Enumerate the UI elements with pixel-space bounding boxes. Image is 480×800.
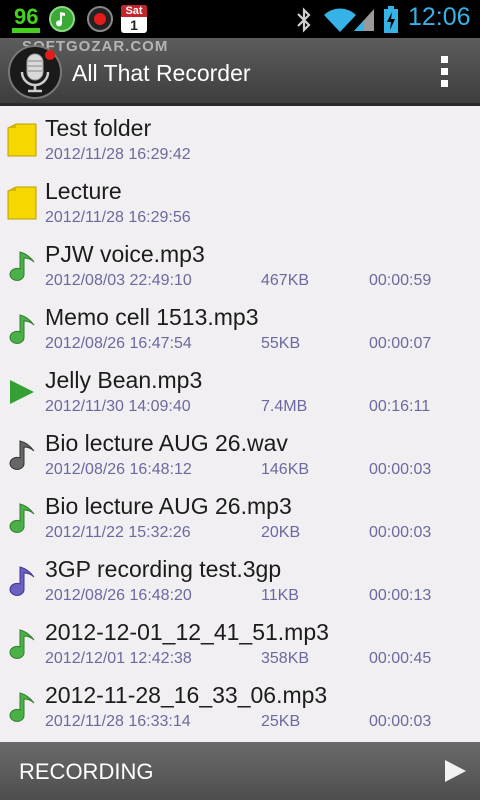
battery-percent: 96 xyxy=(11,4,42,33)
file-name: Bio lecture AUG 26.mp3 xyxy=(45,493,292,519)
file-size: 20KB xyxy=(261,524,301,541)
list-item[interactable]: 3GP recording test.3gp 2012/08/26 16:48:2… xyxy=(0,549,480,612)
file-date: 2012/11/28 16:33:14 xyxy=(45,713,191,730)
file-duration: 00:00:03 xyxy=(369,713,432,730)
list-item[interactable]: PJW voice.mp3 2012/08/03 22:49:10 467KB 00:… xyxy=(0,234,480,297)
folder-icon xyxy=(6,122,38,158)
file-duration: 00:16:11 xyxy=(369,398,431,415)
list-item[interactable]: Bio lecture AUG 26.wav 2012/08/26 16:48:1… xyxy=(0,423,480,486)
microphone-app-icon[interactable] xyxy=(8,45,62,99)
music-icon xyxy=(49,6,75,32)
file-duration: 00:00:03 xyxy=(369,524,432,541)
clock: 12:06 xyxy=(408,3,471,31)
file-duration: 00:00:45 xyxy=(369,650,432,667)
file-date: 2012/11/28 16:29:56 xyxy=(45,209,191,226)
music-note-icon xyxy=(6,689,38,725)
file-name: 3GP recording test.3gp xyxy=(45,556,282,582)
calendar-icon: Sat 1 xyxy=(121,5,147,33)
play-icon xyxy=(6,374,38,410)
music-note-icon xyxy=(6,437,38,473)
file-date: 2012/12/01 12:42:38 xyxy=(45,650,192,667)
recording-label[interactable]: RECORDING xyxy=(19,759,153,785)
battery-icon xyxy=(384,6,398,33)
file-date: 2012/11/28 16:29:42 xyxy=(45,146,191,163)
list-item[interactable]: Test folder 2012/11/28 16:29:42 xyxy=(0,108,480,171)
status-bar: 96 Sat 1 12:06 xyxy=(0,0,480,38)
file-name: Lecture xyxy=(45,178,122,204)
file-size: 55KB xyxy=(261,335,301,352)
file-size: 7.4MB xyxy=(261,398,308,415)
list-item[interactable]: Memo cell 1513.mp3 2012/08/26 16:47:54 55K… xyxy=(0,297,480,360)
file-date: 2012/11/30 14:09:40 xyxy=(45,398,191,415)
calendar-date: 1 xyxy=(130,17,138,33)
music-note-icon xyxy=(6,500,38,536)
list-item[interactable]: Lecture 2012/11/28 16:29:56 xyxy=(0,171,480,234)
calendar-day: Sat xyxy=(121,5,147,17)
folder-icon xyxy=(6,185,38,221)
app-title: All That Recorder xyxy=(72,60,251,86)
file-date: 2012/08/03 22:49:10 xyxy=(45,272,192,289)
file-date: 2012/08/26 16:48:12 xyxy=(45,461,192,478)
signal-icon xyxy=(354,9,374,31)
action-bar: SOFTGOZAR.COM All That Recorder xyxy=(0,38,480,106)
file-name: Bio lecture AUG 26.wav xyxy=(45,430,288,456)
file-name: 2012-11-28_16_33_06.mp3 xyxy=(45,682,328,708)
music-note-icon xyxy=(6,248,38,284)
file-size: 11KB xyxy=(261,587,299,604)
file-list: Test folder 2012/11/28 16:29:42 Lecture 201… xyxy=(0,108,480,742)
file-name: Test folder xyxy=(45,115,152,141)
file-duration: 00:00:13 xyxy=(369,587,432,604)
file-date: 2012/08/26 16:48:20 xyxy=(45,587,192,604)
music-note-icon xyxy=(6,311,38,347)
file-name: Memo cell 1513.mp3 xyxy=(45,304,259,330)
file-date: 2012/11/22 15:32:26 xyxy=(45,524,191,541)
file-size: 146KB xyxy=(261,461,310,478)
overflow-menu-icon[interactable] xyxy=(432,52,458,92)
file-name: 2012-12-01_12_41_51.mp3 xyxy=(45,619,329,645)
file-duration: 00:00:59 xyxy=(369,272,432,289)
music-note-icon xyxy=(6,626,38,662)
file-duration: 00:00:07 xyxy=(369,335,432,352)
record-icon xyxy=(87,6,113,32)
file-date: 2012/08/26 16:47:54 xyxy=(45,335,192,352)
list-item[interactable]: Jelly Bean.mp3 2012/11/30 14:09:40 7.4MB 00… xyxy=(0,360,480,423)
list-item[interactable]: 2012-12-01_12_41_51.mp3 2012/12/01 12:42:… xyxy=(0,612,480,675)
file-size: 467KB xyxy=(261,272,310,289)
bluetooth-icon xyxy=(297,7,311,33)
file-name: PJW voice.mp3 xyxy=(45,241,205,267)
list-item[interactable]: Bio lecture AUG 26.mp3 2012/11/22 15:32:2… xyxy=(0,486,480,549)
list-item[interactable]: 2012-11-28_16_33_06.mp3 2012/11/28 16:33:… xyxy=(0,675,480,738)
bottom-bar: RECORDING xyxy=(0,742,480,800)
file-size: 358KB xyxy=(261,650,310,667)
file-name: Jelly Bean.mp3 xyxy=(45,367,203,393)
play-icon[interactable] xyxy=(442,758,468,784)
file-duration: 00:00:03 xyxy=(369,461,432,478)
music-note-icon xyxy=(6,563,38,599)
file-size: 25KB xyxy=(261,713,301,730)
